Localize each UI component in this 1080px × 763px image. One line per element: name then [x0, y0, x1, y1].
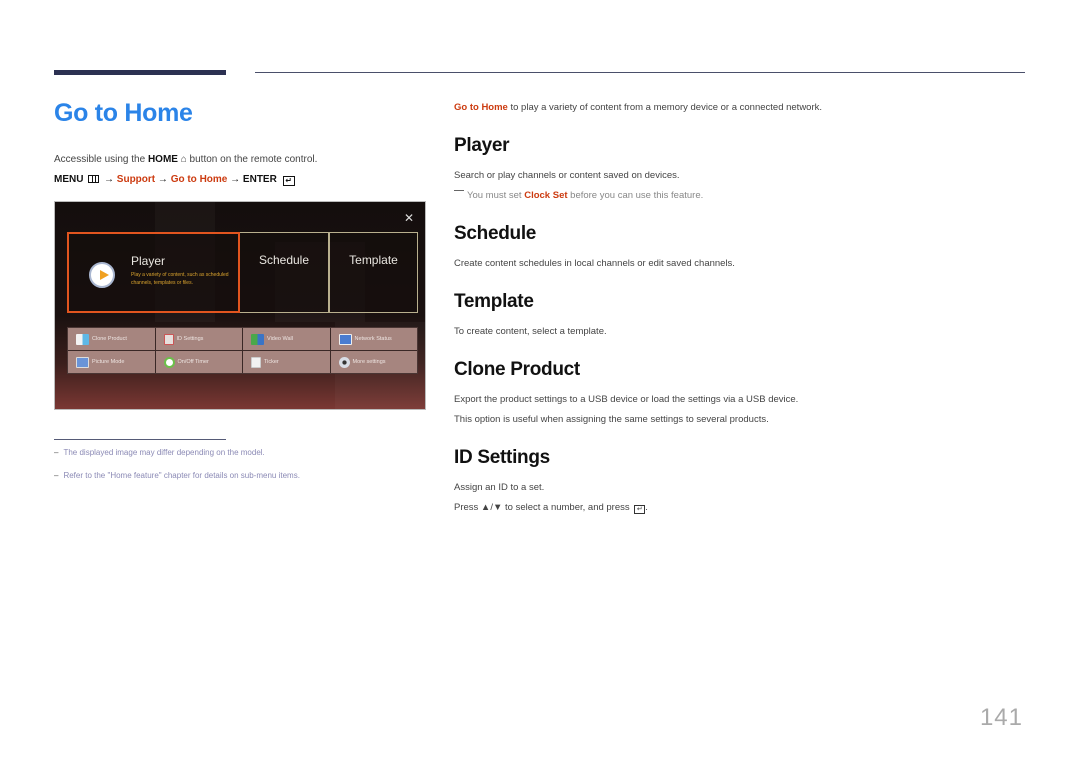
tile-player[interactable]: Player Play a variety of content, such a…	[67, 232, 240, 313]
more-settings-icon	[338, 356, 350, 368]
section-heading-template: Template	[454, 291, 534, 312]
timer-icon	[163, 356, 175, 368]
menu-item-video-wall[interactable]: Video Wall	[243, 328, 330, 350]
arrow: →	[230, 174, 241, 185]
menu-path-enter: ENTER	[242, 174, 277, 185]
dash-icon: –	[54, 471, 59, 480]
menu-label: MENU	[54, 174, 84, 185]
section-text-id-settings-2: Press ▲/▼ to select a number, and press …	[454, 502, 648, 514]
id-settings-press-text: Press ▲/▼ to select a number, and press	[454, 502, 633, 513]
menu-item-label: Clone Product	[92, 336, 127, 342]
menu-item-on-off-timer[interactable]: On/Off Timer	[155, 351, 242, 373]
page-title: Go to Home	[54, 99, 193, 127]
enter-icon: ↵	[634, 505, 646, 514]
arrow: →	[157, 174, 168, 185]
menu-item-ticker[interactable]: Ticker	[243, 351, 330, 373]
footnote: – Refer to the "Home feature" chapter for…	[54, 471, 300, 480]
menu-item-network-status[interactable]: Network Status	[330, 328, 417, 350]
note-prefix: You must set	[467, 190, 525, 201]
section-heading-schedule: Schedule	[454, 223, 537, 244]
enter-icon: ↵	[282, 176, 295, 186]
intro-body: to play a variety of content from a memo…	[507, 102, 823, 113]
section-text-template: To create content, select a template.	[454, 326, 607, 337]
section-text-schedule: Create content schedules in local channe…	[454, 258, 735, 269]
header-rule-thick	[54, 70, 226, 75]
network-status-icon	[338, 333, 352, 345]
section-heading-clone-product: Clone Product	[454, 359, 580, 380]
arrow: →	[104, 174, 115, 185]
tile-title: Template	[349, 253, 398, 267]
footnote: – The displayed image may differ dependin…	[54, 448, 265, 457]
menu-item-clone-product[interactable]: Clone Product	[68, 328, 155, 350]
intro-highlight: Go to Home	[454, 102, 508, 113]
menu-path: MENU → Support → Go to Home → ENTER ↵	[54, 174, 295, 186]
menu-item-more-settings[interactable]: More settings	[330, 351, 417, 373]
tile-schedule[interactable]: Schedule	[240, 232, 329, 313]
menu-item-label: Picture Mode	[92, 359, 125, 365]
tile-title: Player	[131, 254, 166, 268]
menu-item-label: Network Status	[354, 336, 392, 342]
tile-title: Schedule	[258, 253, 310, 267]
clone-product-icon	[76, 333, 89, 345]
menu-item-label: Video Wall	[267, 336, 293, 342]
section-heading-player: Player	[454, 135, 510, 156]
footnote-text: The displayed image may differ depending…	[63, 448, 265, 457]
play-icon	[89, 262, 115, 288]
section-text-clone-product-1: Export the product settings to a USB dev…	[454, 394, 799, 405]
close-icon[interactable]: ✕	[404, 212, 414, 224]
ticker-icon	[251, 356, 261, 368]
player-note: You must set Clock Set before you can us…	[454, 190, 703, 201]
note-suffix: before you can use this feature.	[567, 190, 704, 201]
menu-path-go-to-home: Go to Home	[170, 174, 228, 185]
menu-path-support: Support	[116, 174, 156, 185]
page-number: 141	[979, 704, 1023, 731]
header-rule-thin	[255, 72, 1025, 73]
menu-item-label: On/Off Timer	[177, 359, 209, 365]
section-text-id-settings-1: Assign an ID to a set.	[454, 482, 545, 493]
tile-template[interactable]: Template	[329, 232, 418, 313]
note-bar-icon	[454, 190, 464, 191]
tile-description: Play a variety of content, such as sched…	[131, 272, 229, 286]
intro-text: Go to Home to play a variety of content …	[454, 102, 822, 113]
access-prefix: Accessible using the	[54, 154, 148, 165]
menu-item-picture-mode[interactable]: Picture Mode	[68, 351, 155, 373]
tv-home-screen: ✕ Player Play a variety of content, such…	[54, 201, 426, 410]
menu-item-label: ID Settings	[176, 336, 204, 342]
video-wall-icon	[251, 333, 264, 345]
footnote-divider	[54, 439, 226, 440]
footnote-text: Refer to the "Home feature" chapter for …	[63, 471, 300, 480]
menu-item-label: Ticker	[264, 359, 279, 365]
access-suffix: button on the remote control.	[186, 154, 318, 165]
picture-mode-icon	[76, 356, 89, 368]
id-settings-period: .	[645, 502, 648, 513]
menu-item-id-settings[interactable]: ID Settings	[155, 328, 242, 350]
section-text-player: Search or play channels or content saved…	[454, 170, 680, 181]
menu-icon	[88, 175, 100, 183]
home-key-label: HOME	[147, 154, 178, 165]
menu-item-label: More settings	[352, 359, 386, 365]
settings-menu-grid: Clone Product ID Settings Video Wall Net…	[67, 327, 418, 374]
access-instruction: Accessible using the HOME ⌂ button on th…	[54, 154, 317, 165]
note-highlight: Clock Set	[524, 190, 568, 201]
id-settings-icon	[163, 333, 174, 345]
section-text-clone-product-2: This option is useful when assigning the…	[454, 414, 769, 425]
dash-icon: –	[54, 448, 59, 457]
section-heading-id-settings: ID Settings	[454, 447, 550, 468]
